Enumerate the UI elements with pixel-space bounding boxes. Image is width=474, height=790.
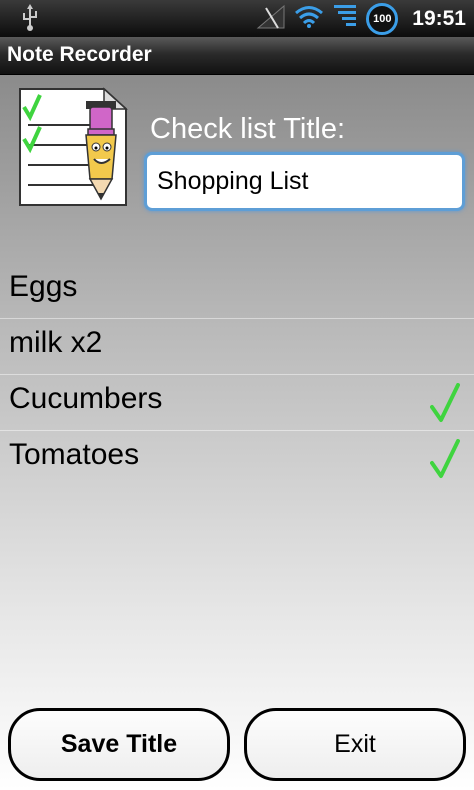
list-item[interactable]: Cucumbers [0,375,474,431]
check-list-title-label: Check list Title: [150,113,345,145]
signal-off-icon [256,4,286,34]
clock: 19:51 [412,6,466,30]
list-item[interactable]: milk x2 [0,319,474,375]
list-item-label: Tomatoes [9,438,140,471]
data-signal-icon [332,3,358,35]
wifi-icon [294,5,324,33]
check-list-title-input[interactable] [144,152,465,211]
save-title-button[interactable]: Save Title [8,708,230,781]
usb-icon [20,4,40,32]
battery-icon: 100 [366,2,399,35]
status-bar: 100 19:51 [0,0,474,37]
battery-level: 100 [373,12,392,25]
app-title: Note Recorder [7,43,152,66]
checkmark-icon[interactable] [430,439,460,479]
list-item[interactable]: Tomatoes [0,431,474,487]
checklist: Eggs milk x2 Cucumbers Tomatoes [0,263,474,487]
list-item-label: Eggs [9,270,78,303]
checkmark-icon[interactable] [430,383,460,423]
main-content: Check list Title: Eggs milk x2 Cucumbers… [0,75,474,790]
list-item-label: milk x2 [9,326,103,359]
notepad-pencil-logo-icon [18,87,128,207]
list-item-label: Cucumbers [9,382,163,415]
list-item[interactable]: Eggs [0,263,474,319]
title-bar: Note Recorder [0,37,474,75]
exit-button[interactable]: Exit [244,708,466,781]
